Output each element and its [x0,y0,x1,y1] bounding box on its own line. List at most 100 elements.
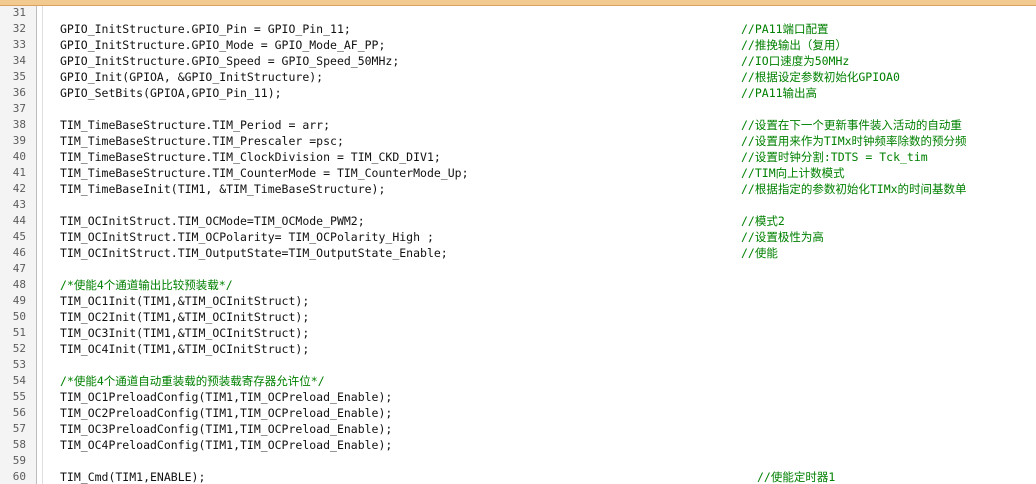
code-line[interactable]: 51 TIM_OC3Init(TIM1,&TIM_OCInitStruct); [0,325,1036,341]
line-number: 35 [12,70,26,83]
code-text: TIM_OC1PreloadConfig(TIM1,TIM_OCPreload_… [60,390,393,404]
line-comment: //设置时钟分割:TDTS = Tck_tim [741,150,928,164]
line-number: 58 [12,438,26,451]
code-text: TIM_OC1Init(TIM1,&TIM_OCInitStruct); [60,294,310,308]
code-line[interactable]: 33 GPIO_InitStructure.GPIO_Mode = GPIO_Mo… [0,37,1036,53]
code-line[interactable]: 36 GPIO_SetBits(GPIOA,GPIO_Pin_11); //PA11… [0,85,1036,101]
line-number: 49 [12,294,26,307]
line-number: 60 [12,470,26,483]
line-number: 50 [12,310,26,323]
code-line[interactable]: 35 GPIO_Init(GPIOA, &GPIO_InitStructure);… [0,69,1036,85]
code-lines[interactable]: 31 32 GPIO_InitStructure.GPIO_Pin = GPIO_P… [0,5,1036,484]
code-line[interactable]: 32 GPIO_InitStructure.GPIO_Pin = GPIO_Pin… [0,21,1036,37]
code-line[interactable]: 47 [0,261,1036,277]
line-number: 54 [12,374,26,387]
code-text: TIM_TimeBaseStructure.TIM_ClockDivision … [60,150,441,164]
code-line[interactable]: 54 /*使能4个通道自动重装载的预装载寄存器允许位*/ [0,373,1036,389]
line-comment: //PA11输出高 [741,86,818,100]
line-comment: //模式2 [741,214,785,228]
line-number: 44 [12,214,26,227]
line-comment: //根据设定参数初始化GPIOA0 [741,70,900,84]
code-text: GPIO_Init(GPIOA, &GPIO_InitStructure); [60,70,324,84]
code-line[interactable]: 40 TIM_TimeBaseStructure.TIM_ClockDivisio… [0,149,1036,165]
code-text: TIM_TimeBaseStructure.TIM_Prescaler =psc… [60,134,344,148]
code-text: TIM_OC3Init(TIM1,&TIM_OCInitStruct); [60,326,310,340]
line-number: 59 [12,454,26,467]
line-number: 33 [12,38,26,51]
line-number: 36 [12,86,26,99]
code-line[interactable]: 58 TIM_OC4PreloadConfig(TIM1,TIM_OCPreloa… [0,437,1036,453]
block-comment: /*使能4个通道输出比较预装载*/ [60,278,233,292]
line-number: 55 [12,390,26,403]
line-comment: //使能定时器1 [757,470,836,484]
line-number: 53 [12,358,26,371]
line-number: 42 [12,182,26,195]
line-number: 43 [12,198,26,211]
line-number: 32 [12,22,26,35]
line-number: 48 [12,278,26,291]
code-line[interactable]: 38 TIM_TimeBaseStructure.TIM_Period = arr… [0,117,1036,133]
line-comment: //设置极性为高 [741,230,824,244]
code-text: GPIO_InitStructure.GPIO_Pin = GPIO_Pin_1… [60,22,351,36]
line-number: 47 [12,262,26,275]
line-number: 57 [12,422,26,435]
code-text: TIM_OC4PreloadConfig(TIM1,TIM_OCPreload_… [60,438,393,452]
code-line[interactable]: 44 TIM_OCInitStruct.TIM_OCMode=TIM_OCMode… [0,213,1036,229]
line-number: 34 [12,54,26,67]
code-editor[interactable]: 31 32 GPIO_InitStructure.GPIO_Pin = GPIO_P… [0,0,1036,484]
line-comment: //IO口速度为50MHz [741,54,850,68]
code-text: GPIO_InitStructure.GPIO_Speed = GPIO_Spe… [60,54,400,68]
code-line[interactable]: 59 [0,453,1036,469]
line-comment: //TIM向上计数模式 [741,166,845,180]
code-line[interactable]: 34 GPIO_InitStructure.GPIO_Speed = GPIO_S… [0,53,1036,69]
line-comment: //设置用来作为TIMx时钟频率除数的预分频 [741,134,967,148]
code-line[interactable]: 43 [0,197,1036,213]
line-number: 31 [12,6,26,19]
code-text: TIM_OC2Init(TIM1,&TIM_OCInitStruct); [60,310,310,324]
code-text: TIM_OCInitStruct.TIM_OCPolarity= TIM_OCP… [60,230,434,244]
line-number: 56 [12,406,26,419]
code-text: GPIO_InitStructure.GPIO_Mode = GPIO_Mode… [60,38,386,52]
line-comment: //根据指定的参数初始化TIMx的时间基数单 [741,182,967,196]
line-number: 45 [12,230,26,243]
block-comment: /*使能4个通道自动重装载的预装载寄存器允许位*/ [60,374,325,388]
line-comment: //PA11端口配置 [741,22,829,36]
line-number: 40 [12,150,26,163]
code-text: TIM_TimeBaseStructure.TIM_CounterMode = … [60,166,469,180]
line-number: 46 [12,246,26,259]
code-line[interactable]: 53 [0,357,1036,373]
code-line[interactable]: 57 TIM_OC3PreloadConfig(TIM1,TIM_OCPreloa… [0,421,1036,437]
code-line[interactable]: 37 [0,101,1036,117]
code-text: TIM_OCInitStruct.TIM_OutputState=TIM_Out… [60,246,448,260]
line-comment: //设置在下一个更新事件装入活动的自动重 [741,118,962,132]
line-number: 37 [12,102,26,115]
code-line[interactable]: 60 TIM_Cmd(TIM1,ENABLE); //使能定时器1 [0,469,1036,484]
line-number: 52 [12,342,26,355]
code-line[interactable]: 52 TIM_OC4Init(TIM1,&TIM_OCInitStruct); [0,341,1036,357]
line-number: 38 [12,118,26,131]
code-line[interactable]: 48 /*使能4个通道输出比较预装载*/ [0,277,1036,293]
code-line[interactable]: 50 TIM_OC2Init(TIM1,&TIM_OCInitStruct); [0,309,1036,325]
line-number: 41 [12,166,26,179]
code-text: TIM_OC3PreloadConfig(TIM1,TIM_OCPreload_… [60,422,393,436]
code-text: TIM_OCInitStruct.TIM_OCMode=TIM_OCMode_P… [60,214,365,228]
code-line[interactable]: 41 TIM_TimeBaseStructure.TIM_CounterMode … [0,165,1036,181]
code-text: TIM_OC2PreloadConfig(TIM1,TIM_OCPreload_… [60,406,393,420]
code-text: TIM_Cmd(TIM1,ENABLE); [60,470,206,484]
code-text: TIM_OC4Init(TIM1,&TIM_OCInitStruct); [60,342,310,356]
code-line[interactable]: 46 TIM_OCInitStruct.TIM_OutputState=TIM_O… [0,245,1036,261]
code-line[interactable]: 42 TIM_TimeBaseInit(TIM1, &TIM_TimeBaseSt… [0,181,1036,197]
line-comment: //推挽输出（复用） [741,38,847,52]
line-comment: //使能 [741,246,778,260]
code-text: GPIO_SetBits(GPIOA,GPIO_Pin_11); [60,86,282,100]
code-line[interactable]: 49 TIM_OC1Init(TIM1,&TIM_OCInitStruct); [0,293,1036,309]
code-text: TIM_TimeBaseInit(TIM1, &TIM_TimeBaseStru… [60,182,386,196]
code-text: TIM_TimeBaseStructure.TIM_Period = arr; [60,118,331,132]
code-line[interactable]: 31 [0,5,1036,21]
line-number: 51 [12,326,26,339]
code-line[interactable]: 45 TIM_OCInitStruct.TIM_OCPolarity= TIM_O… [0,229,1036,245]
line-number: 39 [12,134,26,147]
code-line[interactable]: 55 TIM_OC1PreloadConfig(TIM1,TIM_OCPreloa… [0,389,1036,405]
code-line[interactable]: 56 TIM_OC2PreloadConfig(TIM1,TIM_OCPreloa… [0,405,1036,421]
code-line[interactable]: 39 TIM_TimeBaseStructure.TIM_Prescaler =p… [0,133,1036,149]
